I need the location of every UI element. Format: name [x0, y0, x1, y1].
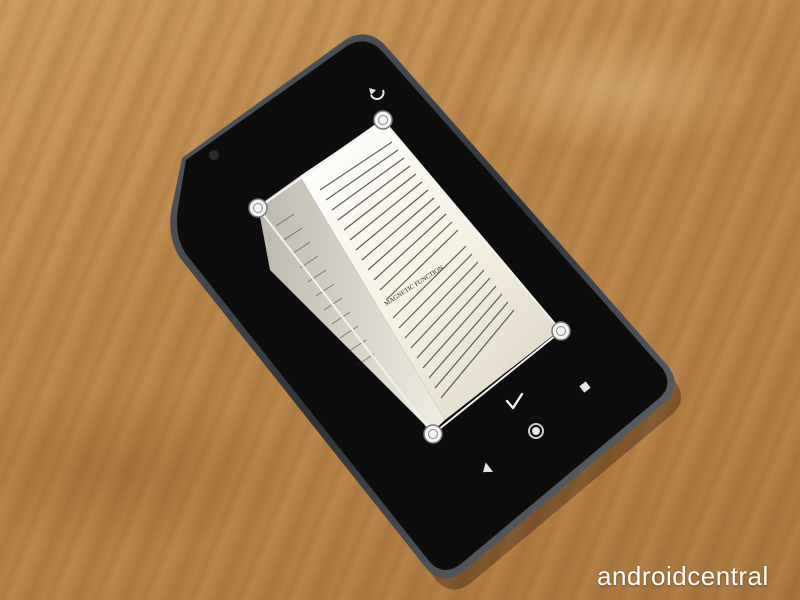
crop-handle-bottom-right[interactable] — [551, 321, 571, 341]
phone-photo: MAGNETIC FUNCTION — [170, 34, 682, 590]
crop-handle-top-left[interactable] — [248, 198, 268, 218]
front-camera — [209, 150, 219, 160]
crop-handle-top-right[interactable] — [373, 110, 393, 130]
crop-handle-bottom-left[interactable] — [423, 424, 443, 444]
watermark-logo: androidcentral — [597, 561, 769, 591]
